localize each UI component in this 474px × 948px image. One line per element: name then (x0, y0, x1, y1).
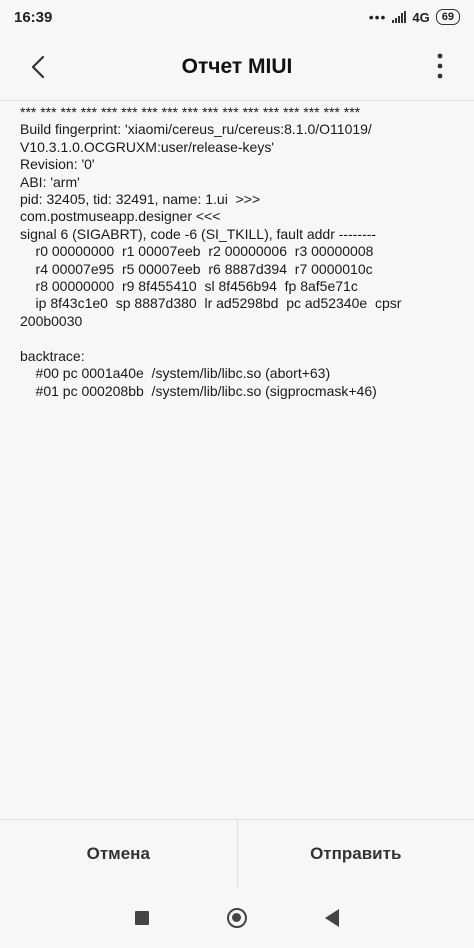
log-line: signal 6 (SIGABRT), code -6 (SI_TKILL), … (20, 225, 377, 242)
action-bar: Отмена Отправить (0, 819, 474, 888)
crash-log: *** *** *** *** *** *** *** *** *** *** … (20, 104, 460, 812)
home-circle-icon[interactable] (227, 908, 247, 928)
log-line: r8 00000000 r9 8f455410 sl 8f456b94 fp 8… (20, 278, 358, 295)
system-nav-bar (0, 888, 474, 948)
log-line: #01 pc 000208bb /system/lib/libc.so (sig… (20, 382, 377, 399)
page-title: Отчет MIUI (181, 55, 293, 78)
status-time: 16:39 (14, 8, 53, 26)
status-icons: ••• 4G 69 (369, 9, 460, 25)
log-line: r0 00000000 r1 00007eeb r2 00000006 r3 0… (20, 243, 374, 260)
cancel-button[interactable]: Отмена (0, 820, 237, 888)
log-line: Build fingerprint: 'xiaomi/cereus_ru/cer… (20, 121, 372, 138)
log-line: V10.3.1.0.OCGRUXM:user/release-keys' (20, 138, 274, 155)
battery-level: 69 (441, 11, 454, 23)
send-button[interactable]: Отправить (238, 820, 474, 888)
back-triangle-icon[interactable] (325, 909, 339, 927)
status-bar: 16:39 ••• 4G 69 (0, 0, 474, 34)
network-type: 4G (412, 9, 430, 25)
more-vertical-icon[interactable] (436, 52, 444, 80)
log-line: 200b0030 (20, 312, 83, 329)
log-line: *** *** *** *** *** *** *** *** *** *** … (20, 104, 361, 120)
log-line: com.postmuseapp.designer <<< (20, 208, 221, 225)
log-line: r4 00007e95 r5 00007eeb r6 8887d394 r7 0… (20, 260, 373, 277)
header-divider (0, 100, 474, 101)
log-line: backtrace: (20, 347, 85, 364)
signal-icon (392, 11, 407, 23)
log-line: Revision: '0' (20, 156, 95, 173)
recents-square-icon[interactable] (135, 911, 149, 925)
chevron-left-icon[interactable] (26, 54, 52, 80)
battery-icon: 69 (435, 9, 460, 25)
app-bar: Отчет MIUI (0, 34, 474, 100)
dots-icon: ••• (368, 9, 387, 25)
log-line: #00 pc 0001a40e /system/lib/libc.so (abo… (20, 365, 331, 382)
log-line: ABI: 'arm' (20, 173, 80, 190)
log-line: ip 8f43c1e0 sp 8887d380 lr ad5298bd pc a… (20, 295, 402, 312)
log-line: pid: 32405, tid: 32491, name: 1.ui >>> (20, 191, 261, 208)
